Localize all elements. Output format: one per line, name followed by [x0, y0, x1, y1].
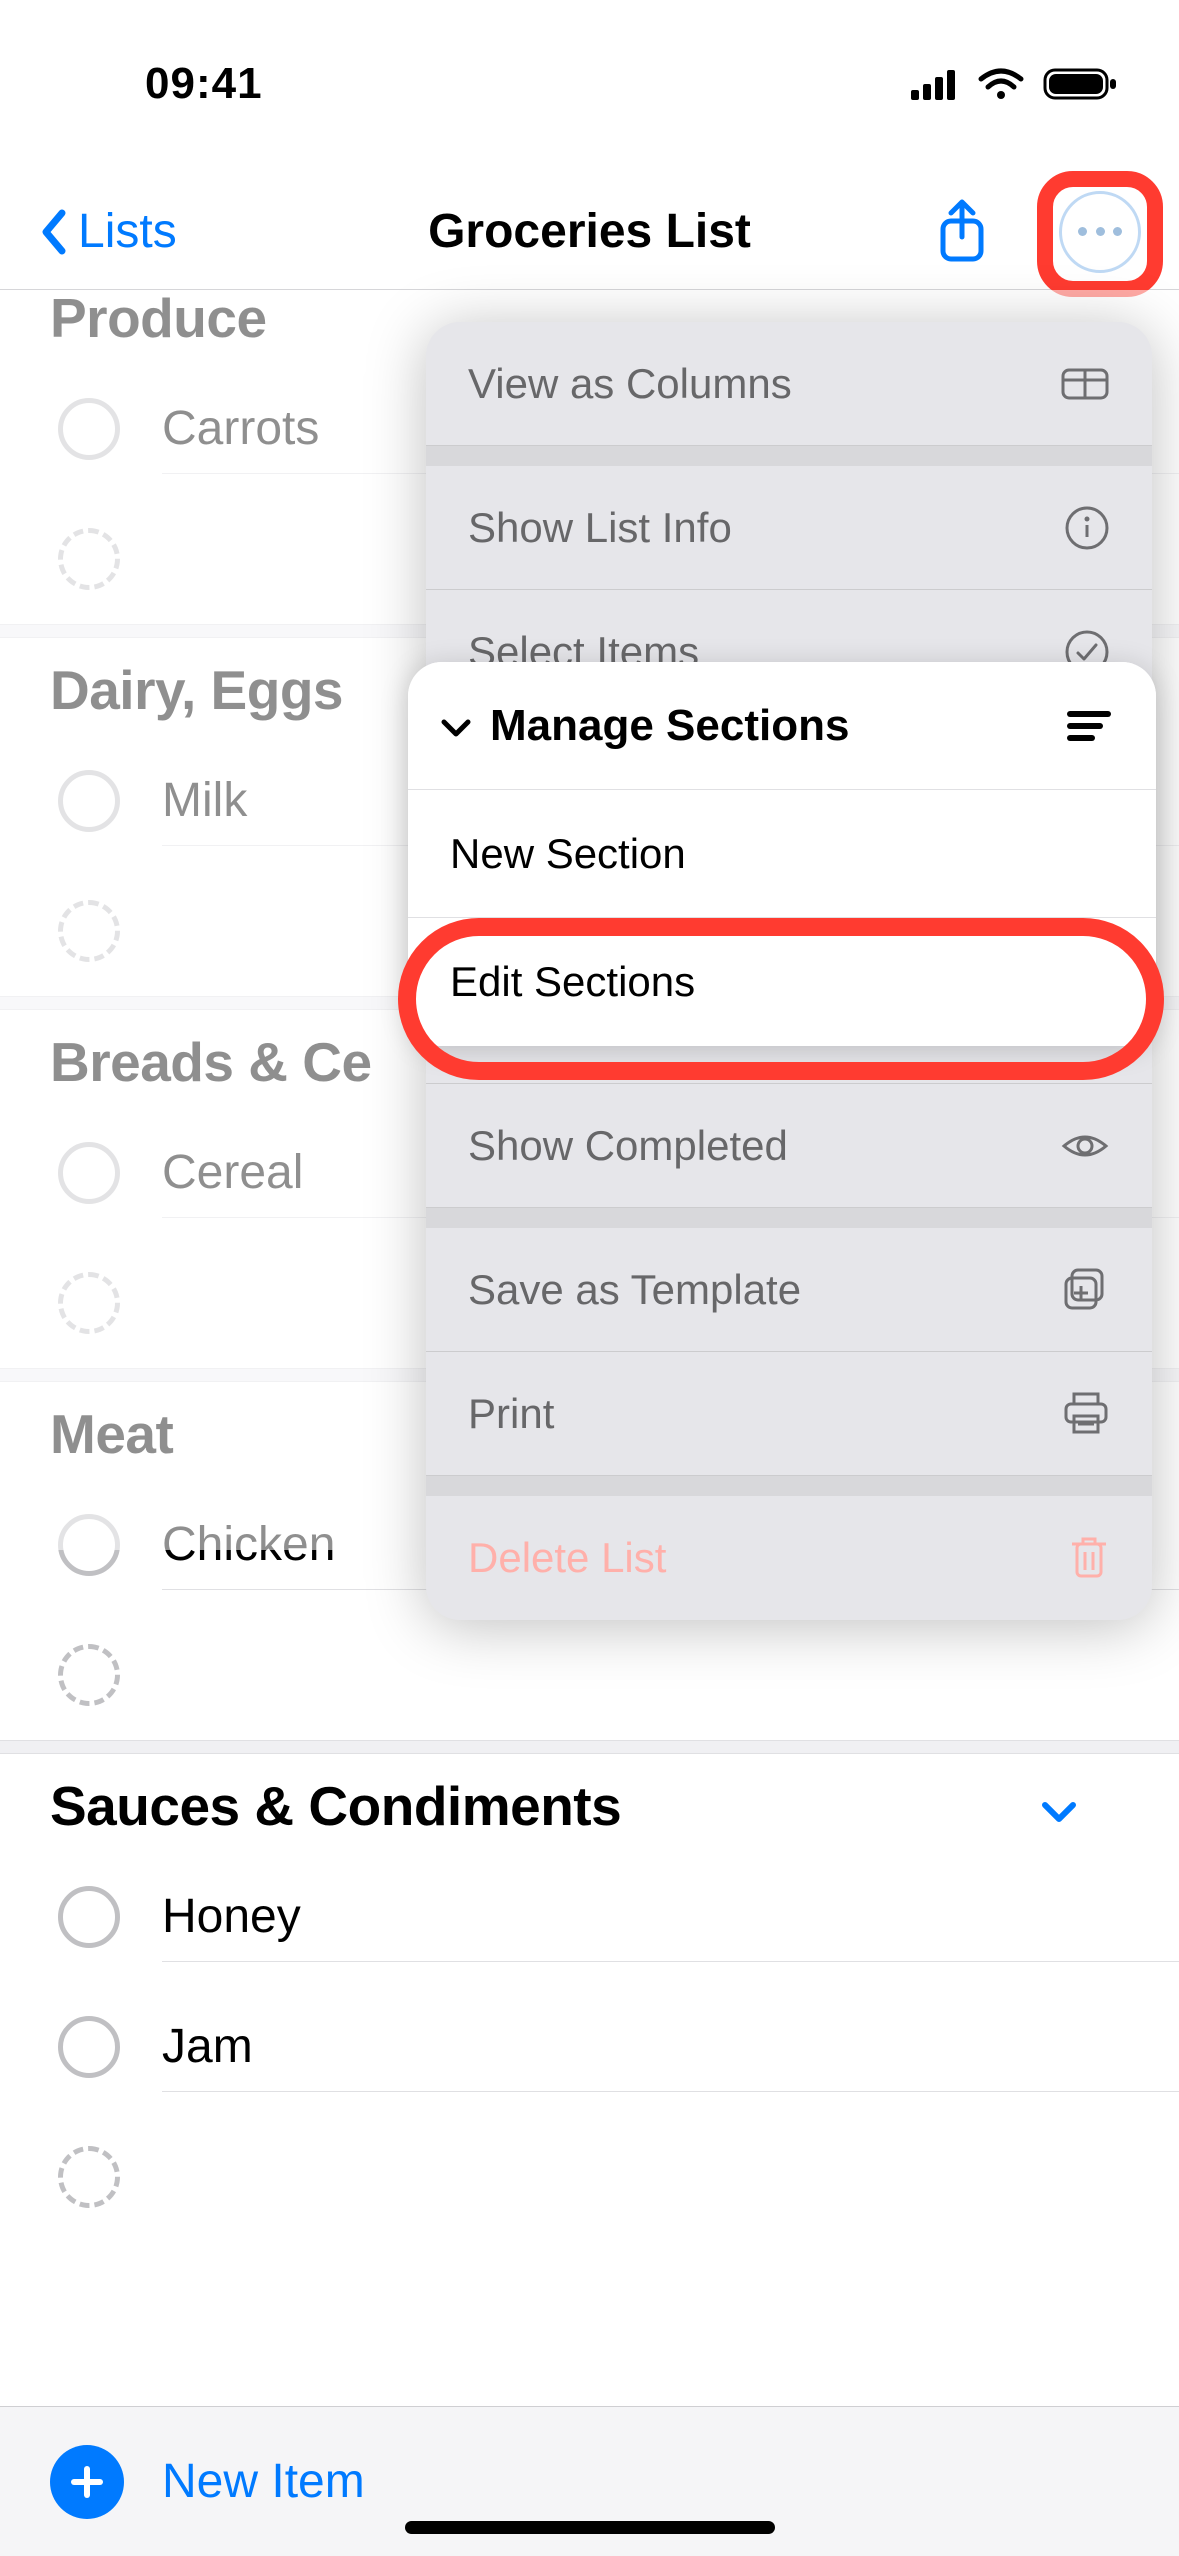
placeholder-checkbox-icon	[58, 1644, 120, 1706]
menu-show-list-info[interactable]: Show List Info	[426, 466, 1152, 590]
menu-print[interactable]: Print	[426, 1352, 1152, 1476]
cellular-icon	[911, 68, 959, 100]
back-label: Lists	[78, 204, 177, 259]
submenu-new-section[interactable]: New Section	[408, 790, 1156, 918]
submenu-manage-sections[interactable]: Manage Sections	[408, 662, 1156, 790]
columns-icon	[1060, 364, 1110, 404]
home-indicator[interactable]	[405, 2521, 775, 2534]
template-icon	[1062, 1266, 1110, 1314]
menu-show-completed[interactable]: Show Completed	[426, 1084, 1152, 1208]
more-button[interactable]	[1059, 191, 1141, 273]
trash-icon	[1068, 1534, 1110, 1582]
new-item-label: New Item	[162, 2454, 365, 2509]
battery-icon	[1043, 66, 1119, 102]
list-item-placeholder[interactable]	[0, 1610, 1179, 1740]
list-item[interactable]: Honey	[0, 1852, 1179, 1982]
checkbox-icon[interactable]	[58, 1886, 120, 1948]
highlight-edit-sections	[398, 918, 1164, 1080]
status-bar: 09:41	[0, 54, 1179, 114]
print-icon	[1062, 1390, 1110, 1438]
sections-icon	[1064, 706, 1114, 746]
new-item-button[interactable]: New Item	[50, 2445, 365, 2519]
back-button[interactable]: Lists	[38, 204, 177, 259]
menu-delete-list[interactable]: Delete List	[426, 1496, 1152, 1620]
nav-bar: Lists Groceries List	[0, 174, 1179, 290]
plus-icon	[50, 2445, 124, 2519]
info-icon	[1064, 505, 1110, 551]
share-icon	[935, 199, 989, 265]
section-label: Sauces & Condiments	[50, 1774, 621, 1838]
menu-view-as-columns[interactable]: View as Columns	[426, 322, 1152, 446]
chevron-down-icon	[438, 701, 474, 751]
page-title: Groceries List	[428, 204, 751, 259]
wifi-icon	[977, 67, 1025, 101]
item-label: Honey	[162, 1872, 1179, 1962]
eye-icon	[1060, 1128, 1110, 1164]
section-header-sauces[interactable]: Sauces & Condiments	[0, 1754, 1179, 1852]
share-button[interactable]	[935, 199, 989, 265]
list-item[interactable]: Jam	[0, 1982, 1179, 2112]
chevron-down-icon	[1039, 1774, 1129, 1838]
status-time: 09:41	[145, 59, 263, 109]
list-item-placeholder[interactable]	[0, 2112, 1179, 2242]
checkbox-icon[interactable]	[58, 2016, 120, 2078]
chevron-left-icon	[38, 207, 68, 257]
menu-save-as-template[interactable]: Save as Template	[426, 1228, 1152, 1352]
highlight-more-icon	[1037, 171, 1163, 297]
item-label: Jam	[162, 2002, 1179, 2092]
placeholder-checkbox-icon	[58, 2146, 120, 2208]
